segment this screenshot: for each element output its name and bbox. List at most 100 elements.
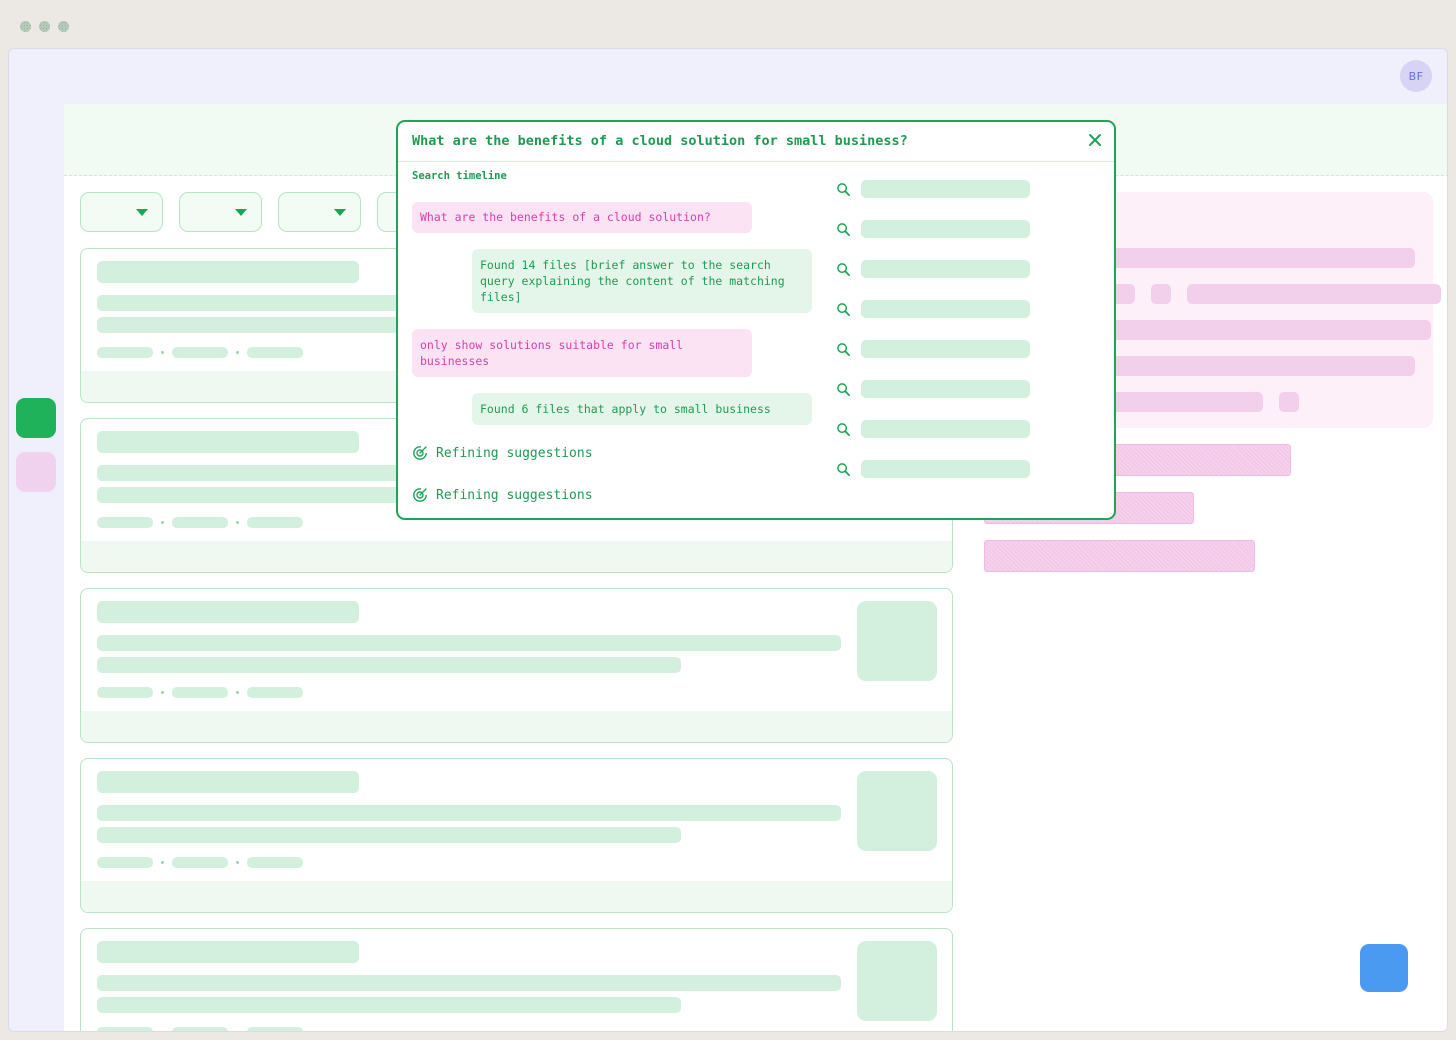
card-title-placeholder <box>97 771 359 793</box>
card-footer <box>81 541 952 572</box>
card-thumbnail <box>857 771 937 851</box>
result-card[interactable] <box>80 588 953 743</box>
card-meta-placeholder <box>97 517 153 528</box>
meta-separator <box>161 521 164 524</box>
card-meta-placeholder <box>247 687 303 698</box>
card-title-placeholder <box>97 941 359 963</box>
search-icon <box>837 382 850 396</box>
card-meta-placeholder <box>247 1027 303 1031</box>
search-result-item[interactable] <box>836 258 1036 280</box>
window-control-dot[interactable] <box>39 21 50 32</box>
search-result-placeholder <box>861 380 1030 398</box>
search-icon <box>837 182 850 196</box>
search-result-item[interactable] <box>836 218 1036 240</box>
card-text-placeholder <box>97 635 841 651</box>
search-icon <box>837 302 850 316</box>
refining-status: Refining suggestions <box>412 487 593 503</box>
refining-status-text: Refining suggestions <box>436 487 593 503</box>
result-card[interactable] <box>80 758 953 913</box>
meta-separator <box>236 521 239 524</box>
avatar[interactable]: BF <box>1400 60 1432 92</box>
meta-separator <box>161 861 164 864</box>
window-control-dot[interactable] <box>20 21 31 32</box>
refining-status: Refining suggestions <box>412 445 593 461</box>
search-icon <box>837 222 850 236</box>
timeline-label: Search timeline <box>412 170 507 182</box>
card-text-placeholder <box>97 805 841 821</box>
search-result-item[interactable] <box>836 458 1036 480</box>
search-result-item[interactable] <box>836 418 1036 440</box>
card-meta-placeholder <box>247 347 303 358</box>
dialog-header: What are the benefits of a cloud solutio… <box>398 122 1114 162</box>
card-meta-placeholder <box>97 347 153 358</box>
card-thumbnail <box>857 941 937 1021</box>
search-result-placeholder <box>861 300 1030 318</box>
dialog-title: What are the benefits of a cloud solutio… <box>412 133 908 149</box>
search-icon <box>837 462 850 476</box>
target-icon <box>413 446 427 460</box>
rail-button-primary[interactable] <box>16 398 56 438</box>
detail-placeholder <box>1279 392 1299 412</box>
close-icon[interactable] <box>1086 131 1104 149</box>
search-result-placeholder <box>861 340 1030 358</box>
user-query-bubble: What are the benefits of a cloud solutio… <box>412 202 752 233</box>
card-meta-placeholder <box>172 857 228 868</box>
search-result-item[interactable] <box>836 178 1036 200</box>
meta-separator <box>236 691 239 694</box>
card-meta-placeholder <box>97 857 153 868</box>
search-result-placeholder <box>861 460 1030 478</box>
meta-separator <box>161 691 164 694</box>
card-title-placeholder <box>97 261 359 283</box>
search-result-item[interactable] <box>836 378 1036 400</box>
card-text-placeholder <box>97 827 681 843</box>
search-result-placeholder <box>861 180 1030 198</box>
rail-button-secondary[interactable] <box>16 452 56 492</box>
user-query-bubble: only show solutions suitable for small b… <box>412 329 752 377</box>
system-response-bubble: Found 6 files that apply to small busine… <box>472 393 812 425</box>
search-icon <box>837 262 850 276</box>
card-meta-placeholder <box>97 1027 153 1031</box>
card-title-placeholder <box>97 601 359 623</box>
detail-placeholder <box>1104 392 1263 412</box>
card-meta-placeholder <box>97 687 153 698</box>
detail-placeholder <box>1151 284 1171 304</box>
filter-dropdown[interactable] <box>80 192 163 232</box>
detail-panel <box>1088 192 1441 428</box>
meta-separator <box>236 351 239 354</box>
card-meta-placeholder <box>172 1027 228 1031</box>
card-meta-placeholder <box>172 347 228 358</box>
card-title-placeholder <box>97 431 359 453</box>
card-text-placeholder <box>97 997 681 1013</box>
result-card[interactable] <box>80 928 953 1031</box>
window-controls <box>20 21 69 32</box>
search-timeline-dialog: What are the benefits of a cloud solutio… <box>396 120 1116 520</box>
system-response-bubble: Found 14 files [brief answer to the sear… <box>472 249 812 313</box>
detail-placeholder <box>1104 320 1431 340</box>
window-control-dot[interactable] <box>58 21 69 32</box>
card-text-placeholder <box>97 975 841 991</box>
card-meta-placeholder <box>172 517 228 528</box>
search-result-item[interactable] <box>836 298 1036 320</box>
detail-placeholder <box>1104 356 1415 376</box>
card-text-placeholder <box>97 657 681 673</box>
search-icon <box>837 342 850 356</box>
refining-status-text: Refining suggestions <box>436 445 593 461</box>
target-icon <box>413 488 427 502</box>
card-footer <box>81 711 952 742</box>
filter-dropdown[interactable] <box>278 192 361 232</box>
search-icon <box>837 422 850 436</box>
card-meta-placeholder <box>247 857 303 868</box>
search-result-placeholder <box>861 260 1030 278</box>
detail-placeholder <box>1187 284 1441 304</box>
search-result-placeholder <box>861 420 1030 438</box>
search-result-placeholder <box>861 220 1030 238</box>
search-result-item[interactable] <box>836 338 1036 360</box>
meta-separator <box>236 861 239 864</box>
card-meta-placeholder <box>172 687 228 698</box>
detail-placeholder <box>1104 248 1415 268</box>
meta-separator <box>161 351 164 354</box>
card-meta-placeholder <box>247 517 303 528</box>
floating-action-button[interactable] <box>1360 944 1408 992</box>
suggestion-chip[interactable] <box>984 540 1255 572</box>
filter-dropdown[interactable] <box>179 192 262 232</box>
